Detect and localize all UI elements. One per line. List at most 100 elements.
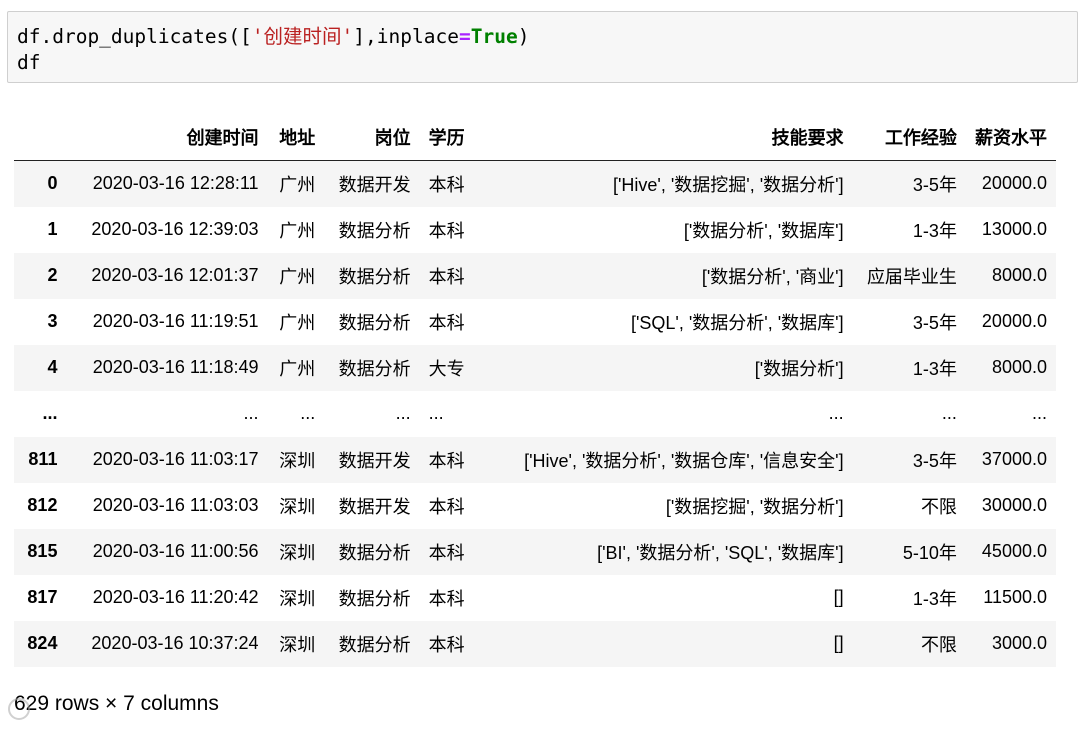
table-cell: ['Hive', '数据挖掘', '数据分析'] — [612, 174, 844, 195]
table-row: 812 2020-03-16 11:03:03 深圳 数据开发 本科 ['数据挖掘', '… — [14, 482, 1056, 529]
table-cell: 不限 — [920, 634, 957, 655]
table-row: ........................ — [14, 390, 1056, 437]
row-index: 0 — [47, 173, 58, 194]
watermark-logo-icon — [8, 698, 30, 720]
table-cell: 数据开发 — [338, 496, 411, 517]
table-cell: 数据开发 — [338, 450, 411, 471]
table-cell: 本科 — [428, 588, 465, 609]
table-cell: 广州 — [279, 266, 316, 287]
table-cell: 深圳 — [279, 634, 316, 655]
table-cell: 数据分析 — [338, 266, 411, 287]
table-row: 0 2020-03-16 12:28:11 广州 数据开发 本科 ['Hive', '数据… — [14, 160, 1056, 207]
table-cell: 30000.0 — [981, 495, 1047, 515]
table-cell: ... — [428, 403, 444, 423]
code-line-2: df — [17, 51, 41, 74]
table-cell: 大专 — [428, 358, 465, 379]
table-cell: 3-5年 — [912, 450, 957, 471]
row-index: 2 — [47, 265, 58, 285]
table-cell: ['数据挖掘', '数据分析'] — [665, 496, 844, 517]
table-cell: 本科 — [428, 174, 465, 195]
table-cell: 2020-03-16 11:20:42 — [92, 587, 259, 607]
table-cell: 本科 — [428, 542, 465, 563]
table-cell: 本科 — [428, 220, 465, 241]
code-text: ],inplace — [353, 25, 459, 48]
table-cell: [] — [833, 587, 844, 607]
table-cell: ... — [941, 403, 957, 423]
row-index: 817 — [27, 587, 58, 607]
table-row: 811 2020-03-16 11:03:17 深圳 数据开发 本科 ['Hive', '… — [14, 436, 1056, 483]
table-row: 1 2020-03-16 12:39:03 广州 数据分析 本科 ['数据分析', '数据… — [14, 206, 1056, 253]
table-cell: 1-3年 — [912, 358, 957, 379]
table-cell: 深圳 — [279, 450, 316, 471]
table-cell: 5-10年 — [902, 542, 957, 563]
table-cell: 数据分析 — [338, 634, 411, 655]
table-cell: 数据开发 — [338, 174, 411, 195]
watermark — [8, 694, 148, 724]
table-cell: 2020-03-16 12:28:11 — [92, 173, 259, 194]
column-header: 岗位 — [374, 128, 411, 148]
dataframe-table: 创建时间 地址 岗位 学历 技能要求 工作经验 薪资水平 0 2020-03-16… — [14, 114, 1056, 667]
table-cell: [] — [833, 633, 844, 653]
code-string: '创建时间' — [251, 25, 354, 48]
table-cell: 本科 — [428, 266, 465, 287]
table-cell: ... — [828, 403, 844, 423]
table-cell: 广州 — [279, 312, 316, 333]
index-header — [14, 114, 66, 161]
row-index: 4 — [47, 357, 58, 377]
column-header: 学历 — [428, 128, 465, 148]
table-row: 817 2020-03-16 11:20:42 深圳 数据分析 本科 [] 1-3年 1150… — [14, 574, 1056, 621]
table-cell: 广州 — [279, 174, 316, 195]
column-header: 地址 — [279, 128, 316, 148]
code-cell[interactable]: df.drop_duplicates(['创建时间'],inplace=True… — [7, 11, 1078, 83]
code-keyword: True — [470, 25, 518, 48]
code-operator: = — [458, 25, 471, 48]
table-cell: ['数据分析'] — [754, 358, 844, 379]
table-cell: 11500.0 — [983, 587, 1047, 607]
table-cell: ['数据分析', '数据库'] — [683, 220, 844, 241]
table-cell: 广州 — [279, 220, 316, 241]
table-cell: 1-3年 — [912, 220, 957, 241]
table-cell: 13000.0 — [981, 219, 1047, 239]
table-cell: ... — [300, 403, 316, 423]
table-cell: 广州 — [279, 358, 316, 379]
table-cell: 不限 — [920, 496, 957, 517]
table-cell: 3-5年 — [912, 312, 957, 333]
table-cell: 深圳 — [279, 496, 316, 517]
code-text: ) — [517, 25, 530, 48]
table-cell: 2020-03-16 12:01:37 — [91, 265, 259, 285]
table-cell: ['BI', '数据分析', 'SQL', '数据库'] — [597, 542, 844, 563]
table-cell: 45000.0 — [981, 541, 1047, 561]
row-index: 811 — [28, 449, 58, 469]
column-header: 技能要求 — [771, 128, 844, 148]
table-cell: 2020-03-16 11:18:49 — [92, 357, 259, 377]
column-header: 工作经验 — [884, 128, 957, 148]
table-row: 824 2020-03-16 10:37:24 深圳 数据分析 本科 [] 不限 3000.0 — [14, 620, 1056, 667]
row-index: 3 — [47, 311, 58, 331]
table-cell: 数据分析 — [338, 358, 411, 379]
table-cell: 应届毕业生 — [866, 266, 957, 287]
code-text: df.drop_duplicates([ — [17, 25, 252, 48]
table-cell: 3000.0 — [991, 633, 1047, 653]
table-cell: 2020-03-16 11:03:17 — [92, 449, 259, 469]
table-cell: ['SQL', '数据分析', '数据库'] — [630, 312, 844, 333]
row-index: 1 — [47, 219, 58, 239]
table-cell: 2020-03-16 11:00:56 — [92, 541, 259, 561]
table-cell: 8000.0 — [991, 265, 1047, 285]
table-cell: 3-5年 — [912, 174, 957, 195]
column-header: 创建时间 — [186, 128, 259, 148]
table-cell: 20000.0 — [981, 173, 1047, 194]
table-cell: 2020-03-16 10:37:24 — [91, 633, 259, 653]
row-index: 815 — [27, 541, 58, 561]
table-cell: ['Hive', '数据分析', '数据仓库', '信息安全'] — [524, 450, 844, 471]
code-line-1: df.drop_duplicates(['创建时间'],inplace=True… — [17, 24, 529, 50]
row-index: ... — [42, 403, 58, 423]
row-index: 824 — [27, 633, 58, 653]
table-cell: 深圳 — [279, 588, 316, 609]
table-row: 815 2020-03-16 11:00:56 深圳 数据分析 本科 ['BI', '数据… — [14, 528, 1056, 575]
table-cell: 数据分析 — [338, 542, 411, 563]
table-cell: ... — [395, 403, 411, 423]
table-row: 4 2020-03-16 11:18:49 广州 数据分析 大专 ['数据分析'] 1-3年… — [14, 344, 1056, 391]
table-cell: 本科 — [428, 496, 465, 517]
table-header-row: 创建时间 地址 岗位 学历 技能要求 工作经验 薪资水平 — [14, 114, 1056, 161]
table-row: 3 2020-03-16 11:19:51 广州 数据分析 本科 ['SQL', '数据分… — [14, 298, 1056, 345]
